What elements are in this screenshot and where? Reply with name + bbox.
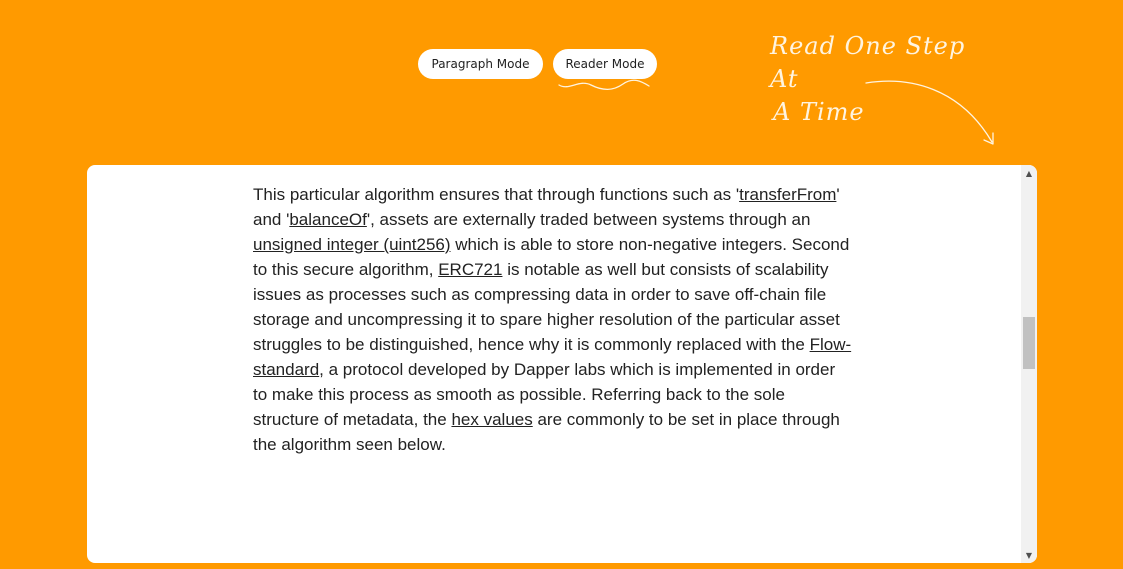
- scroll-thumb[interactable]: [1023, 317, 1035, 369]
- link-unsigned-integer[interactable]: unsigned integer (uint256): [253, 235, 451, 254]
- reader-card: This particular algorithm ensures that t…: [87, 165, 1037, 563]
- vertical-scrollbar[interactable]: ▲ ▼: [1021, 165, 1037, 563]
- link-erc721[interactable]: ERC721: [438, 260, 502, 279]
- link-transferfrom[interactable]: transferFrom: [739, 185, 836, 204]
- scroll-up-icon[interactable]: ▲: [1021, 165, 1037, 181]
- link-hex-values[interactable]: hex values: [451, 410, 532, 429]
- link-balanceof[interactable]: balanceOf: [289, 210, 367, 229]
- curved-arrow-icon: [865, 80, 994, 145]
- article-text: ', assets are externally traded between …: [366, 210, 811, 229]
- article-text: This particular algorithm ensures that t…: [253, 185, 740, 204]
- article-paragraph: This particular algorithm ensures that t…: [253, 182, 853, 457]
- paragraph-mode-button[interactable]: Paragraph Mode: [418, 49, 543, 79]
- page: Paragraph Mode Reader Mode Read One Step…: [0, 0, 1123, 569]
- active-mode-squiggle-icon: [558, 79, 650, 91]
- reader-mode-button[interactable]: Reader Mode: [553, 49, 657, 79]
- scroll-down-icon[interactable]: ▼: [1021, 547, 1037, 563]
